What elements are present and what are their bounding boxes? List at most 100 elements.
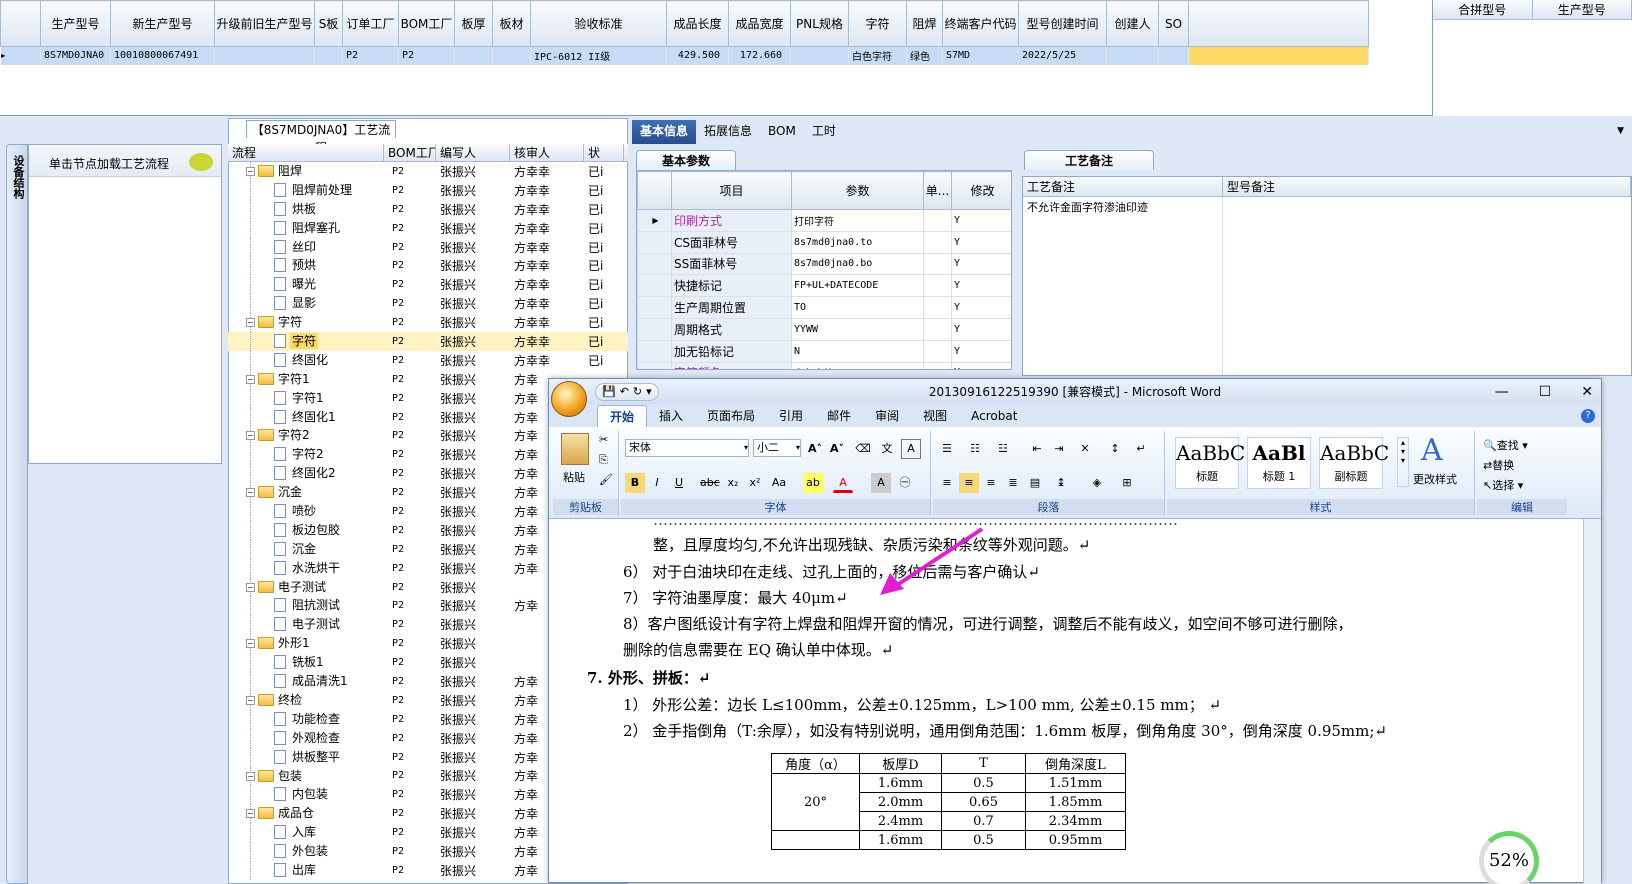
info-tab-1[interactable]: 拓展信息 <box>696 120 760 144</box>
process-col-4[interactable]: 状 <box>584 144 624 161</box>
cut-icon[interactable]: ✂ <box>599 433 608 446</box>
cell-1[interactable]: 10010800067491 <box>111 47 215 65</box>
param-modify[interactable]: Y <box>952 297 1013 319</box>
process-col-1[interactable]: BOM工厂 <box>384 144 436 161</box>
underline-icon[interactable]: U <box>669 473 689 493</box>
tab-dropdown-icon[interactable]: ▼ <box>1609 120 1632 144</box>
node-panel-header[interactable]: 单击节点加载工艺流程 <box>29 145 221 177</box>
param-unit[interactable] <box>924 210 952 232</box>
process-col-3[interactable]: 核审人 <box>510 144 584 161</box>
cell-2[interactable] <box>215 47 315 65</box>
document-page[interactable]: …………………………………………………………………………………………… 整，且厚… <box>549 519 1583 884</box>
col-header-4[interactable]: 订单工厂 <box>343 1 399 47</box>
process-row[interactable]: 字符P2张振兴方幸幸已i <box>228 332 628 351</box>
param-row[interactable]: 快捷标记FP+UL+DATECODEY <box>638 275 1013 297</box>
align-right-icon[interactable]: ≡ <box>981 473 1001 493</box>
param-value[interactable]: N <box>792 340 924 362</box>
col-header-17[interactable]: SO <box>1159 1 1189 47</box>
maximize-icon[interactable]: ☐ <box>1539 379 1552 405</box>
save-icon[interactable]: 💾 <box>602 384 616 400</box>
collapse-toggle-icon[interactable]: − <box>246 318 255 327</box>
param-value[interactable]: TO <box>792 297 924 319</box>
superscript-icon[interactable]: x² <box>745 473 765 493</box>
cell-11[interactable] <box>791 47 849 65</box>
char-border-icon[interactable]: A <box>901 439 921 459</box>
process-row[interactable]: 曝光P2张振兴方幸幸已i <box>228 275 628 294</box>
cell-highlight[interactable] <box>1189 47 1369 65</box>
qat-dropdown-icon[interactable]: ▾ <box>646 384 652 400</box>
cell-12[interactable]: 白色字符 <box>849 47 907 65</box>
multilevel-list-icon[interactable]: ☳ <box>993 439 1013 459</box>
phonetic-icon[interactable]: 文 <box>877 439 897 459</box>
param-unit[interactable] <box>924 297 952 319</box>
find-button[interactable]: 🔍查找 ▾ <box>1483 437 1528 453</box>
col-header-7[interactable]: 板材 <box>493 1 531 47</box>
col-header-10[interactable]: 成品宽度 <box>729 1 791 47</box>
collapse-toggle-icon[interactable]: − <box>246 167 255 176</box>
merge-model-grid[interactable]: 合拼型号生产型号 <box>1432 0 1632 116</box>
param-value[interactable]: FP+UL+DATECODE <box>792 275 924 297</box>
styles-scroll[interactable]: ▴▾▾ <box>1397 437 1409 487</box>
param-unit[interactable] <box>924 340 952 362</box>
word-title-bar[interactable]: 💾 ↶ ↻ ▾ 20130916122519390 [兼容模式] - Micro… <box>549 379 1601 405</box>
merge-col-1[interactable]: 生产型号 <box>1533 0 1632 19</box>
param-row-indicator[interactable]: ▶ <box>638 210 672 232</box>
param-unit[interactable] <box>924 362 952 370</box>
process-col-2[interactable]: 编写人 <box>436 144 510 161</box>
col-header-9[interactable]: 成品长度 <box>667 1 729 47</box>
doc-vertical-scrollbar[interactable] <box>1583 519 1601 884</box>
undo-icon[interactable]: ↶ <box>620 384 629 400</box>
col-model-note[interactable]: 型号备注 <box>1223 177 1631 196</box>
enclose-char-icon[interactable]: ㊀ <box>895 473 915 493</box>
param-value[interactable]: 8s7md0jna0.bo <box>792 253 924 275</box>
col-header-1[interactable]: 新生产型号 <box>111 1 215 47</box>
param-unit[interactable] <box>924 275 952 297</box>
collapse-toggle-icon[interactable]: − <box>246 431 255 440</box>
collapse-toggle-icon[interactable]: − <box>246 583 255 592</box>
process-row[interactable]: 阻焊塞孔P2张振兴方幸幸已i <box>228 219 628 238</box>
col-header-11[interactable]: PNL规格 <box>791 1 849 47</box>
collapse-toggle-icon[interactable]: − <box>246 488 255 497</box>
copy-icon[interactable]: ⎘ <box>599 453 608 467</box>
help-icon[interactable]: ? <box>1581 409 1595 423</box>
cell-5[interactable]: P2 <box>399 47 455 65</box>
param-row-indicator[interactable] <box>638 231 672 253</box>
office-button[interactable] <box>551 381 587 417</box>
top-data-grid[interactable]: 生产型号新生产型号升级前旧生产型号S板订单工厂BOM工厂板厚板材验收标准成品长度… <box>0 0 1432 116</box>
italic-icon[interactable]: I <box>647 473 667 493</box>
tab-process-remarks[interactable]: 工艺备注 <box>1024 150 1154 170</box>
char-shading-icon[interactable]: A <box>871 473 891 493</box>
font-color-icon[interactable]: A <box>833 473 853 493</box>
process-col-0[interactable]: 流程 <box>228 144 384 161</box>
process-row[interactable]: 预烘P2张振兴方幸幸已i <box>228 256 628 275</box>
paste-icon[interactable] <box>561 433 589 465</box>
param-modify[interactable]: Y <box>952 231 1013 253</box>
param-row-indicator[interactable] <box>638 318 672 340</box>
style-gallery-item[interactable]: AaBbC标题 <box>1175 437 1239 489</box>
grid-corner[interactable] <box>1 1 41 47</box>
ribbon-tab-7[interactable]: Acrobat <box>959 405 1029 427</box>
col-header-12[interactable]: 字符 <box>849 1 907 47</box>
info-tab-2[interactable]: BOM <box>760 120 804 144</box>
cell-4[interactable]: P2 <box>343 47 399 65</box>
process-row[interactable]: 烘板P2张振兴方幸幸已i <box>228 200 628 219</box>
param-modify[interactable]: Y <box>952 340 1013 362</box>
param-modify[interactable]: Y <box>952 318 1013 340</box>
collapse-toggle-icon[interactable]: − <box>246 809 255 818</box>
process-row[interactable]: 终固化P2张振兴方幸幸已i <box>228 351 628 370</box>
paste-button[interactable]: 粘贴 <box>563 469 585 485</box>
highlight-icon[interactable]: ab <box>803 473 823 493</box>
cell-14[interactable]: S7MD <box>943 47 1019 65</box>
tab-basic-params[interactable]: 基本参数 <box>636 150 736 170</box>
show-marks-icon[interactable]: ↵ <box>1131 439 1151 459</box>
numbering-icon[interactable]: ☷ <box>965 439 985 459</box>
cell-17[interactable] <box>1159 47 1189 65</box>
param-row-indicator[interactable] <box>638 275 672 297</box>
cell-13[interactable]: 绿色 <box>907 47 943 65</box>
param-col-3[interactable]: 修改 <box>952 172 1013 210</box>
info-tab-3[interactable]: 工时 <box>804 120 844 144</box>
row-indicator[interactable]: ▶ <box>1 47 41 65</box>
process-row[interactable]: 显影P2张振兴方幸幸已i <box>228 294 628 313</box>
ribbon-tab-3[interactable]: 引用 <box>767 405 815 427</box>
param-value[interactable]: 8s7md0jna0.to <box>792 231 924 253</box>
